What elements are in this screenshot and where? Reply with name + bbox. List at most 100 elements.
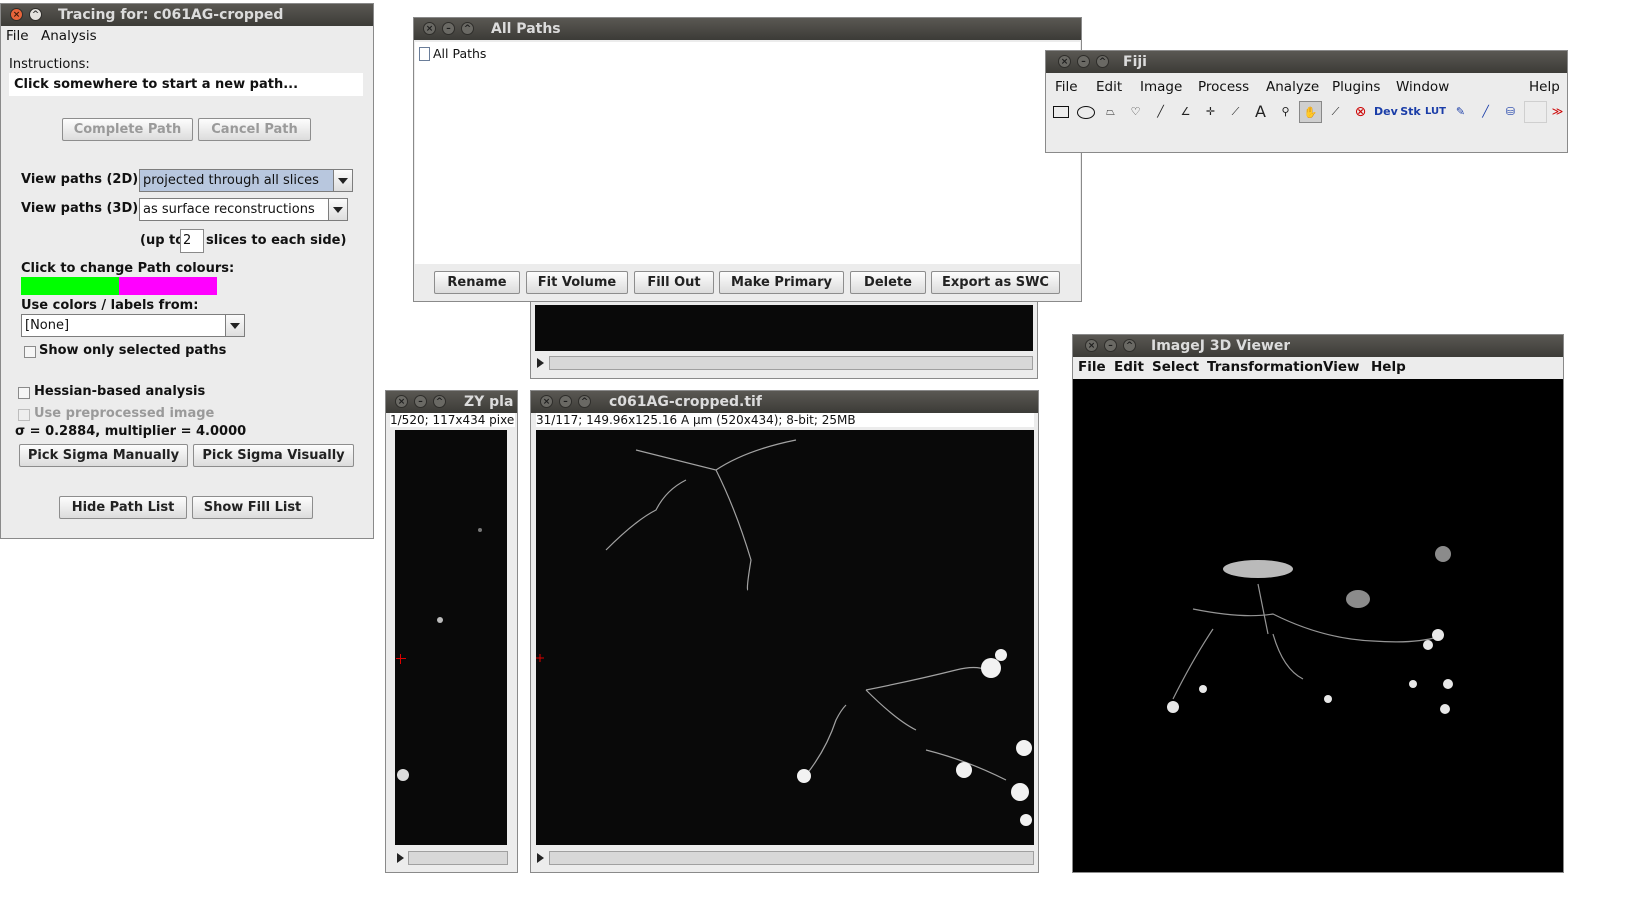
show-selected-checkbox[interactable]	[24, 346, 36, 358]
main-image-canvas[interactable]	[536, 430, 1034, 845]
line-tool-icon[interactable]: ╱	[1149, 101, 1172, 123]
brush-icon[interactable]: ╱	[1474, 101, 1497, 123]
path-tree[interactable]: All Paths	[415, 42, 1080, 264]
stack-canvas-fragment[interactable]	[535, 305, 1033, 351]
close-icon[interactable]: ×	[10, 8, 23, 21]
fiji-menu-help[interactable]: Help	[1529, 77, 1560, 97]
fiji-menu-analyze[interactable]: Analyze	[1266, 77, 1319, 97]
view2d-select[interactable]: projected through all slices	[139, 169, 353, 192]
all-paths-titlebar[interactable]: × – ^ All Paths	[414, 18, 1081, 40]
tracer-window: × ^ Tracing for: c061AG-cropped File Ana…	[0, 3, 374, 539]
hand-tool-icon[interactable]: ✋	[1299, 101, 1322, 123]
pick-sigma-manually-button[interactable]: Pick Sigma Manually	[19, 444, 188, 467]
maximize-icon[interactable]: ^	[1123, 339, 1136, 352]
fiji-menu-process[interactable]: Process	[1198, 77, 1249, 97]
viewer3d-menu-transformation[interactable]: Transformation	[1207, 357, 1323, 377]
color-picker-icon[interactable]: ⟋	[1324, 101, 1347, 123]
view2d-value: projected through all slices	[143, 173, 319, 188]
use-colors-select[interactable]: [None]	[21, 314, 245, 337]
pencil-icon[interactable]: ✎	[1449, 101, 1472, 123]
crosshair-icon	[396, 654, 406, 664]
upto-slices-input[interactable]: 2	[180, 229, 204, 253]
polygon-tool-icon[interactable]: ⏢	[1099, 101, 1122, 123]
viewer3d-menu-file[interactable]: File	[1078, 357, 1106, 377]
fiji-menu-file[interactable]: File	[1055, 77, 1078, 97]
wand-tool-icon[interactable]: ⟋	[1224, 101, 1247, 123]
tree-root-label[interactable]: All Paths	[433, 46, 486, 61]
play-icon[interactable]	[537, 358, 544, 368]
viewer3d-menu-view[interactable]: View	[1323, 357, 1359, 377]
view3d-select[interactable]: as surface reconstructions	[139, 198, 348, 221]
fit-volume-button[interactable]: Fit Volume	[526, 271, 628, 294]
maximize-icon[interactable]: ^	[578, 395, 591, 408]
close-icon[interactable]: ×	[395, 395, 408, 408]
dev-icon[interactable]: Dev	[1374, 101, 1398, 123]
preprocessed-checkbox[interactable]	[18, 409, 30, 421]
menu-analysis[interactable]: Analysis	[41, 26, 97, 46]
fiji-menu-plugins[interactable]: Plugins	[1332, 77, 1380, 97]
freehand-tool-icon[interactable]: ♡	[1124, 101, 1147, 123]
close-icon[interactable]: ×	[423, 22, 436, 35]
rectangle-tool-icon[interactable]	[1049, 101, 1072, 123]
zy-scrollbar[interactable]	[408, 851, 508, 865]
hessian-checkbox[interactable]	[18, 387, 30, 399]
cancel-path-button[interactable]: Cancel Path	[198, 118, 311, 141]
path-colours-label: Click to change Path colours:	[21, 261, 235, 276]
path-colour-swatch-a[interactable]	[21, 277, 119, 295]
menu-file[interactable]: File	[6, 26, 29, 46]
minimize-icon[interactable]: –	[559, 395, 572, 408]
text-tool-icon[interactable]: A	[1249, 101, 1272, 123]
zy-titlebar[interactable]: × – ^ ZY pla	[386, 391, 517, 413]
oval-tool-icon[interactable]	[1074, 101, 1097, 123]
maximize-icon[interactable]: ^	[433, 395, 446, 408]
delete-button[interactable]: Delete	[850, 271, 926, 294]
fiji-menu-window[interactable]: Window	[1396, 77, 1449, 97]
fill-out-button[interactable]: Fill Out	[634, 271, 714, 294]
viewer3d-menu-select[interactable]: Select	[1152, 357, 1199, 377]
more-tools-icon[interactable]: ≫	[1546, 101, 1569, 123]
angle-tool-icon[interactable]: ∠	[1174, 101, 1197, 123]
viewer3d-menu-help[interactable]: Help	[1371, 357, 1406, 377]
minimize-icon[interactable]: –	[1104, 339, 1117, 352]
stack-scrollbar[interactable]	[549, 356, 1033, 370]
flood-fill-icon[interactable]: ⛁	[1499, 101, 1522, 123]
fiji-titlebar[interactable]: × – ^ Fiji	[1046, 51, 1567, 73]
maximize-icon[interactable]: ^	[1096, 55, 1109, 68]
hide-path-list-button[interactable]: Hide Path List	[59, 496, 187, 519]
magnifier-tool-icon[interactable]: ⚲	[1274, 101, 1297, 123]
pick-sigma-visually-button[interactable]: Pick Sigma Visually	[193, 444, 354, 467]
main-image-scrollbar[interactable]	[549, 851, 1034, 865]
use-colors-label: Use colors / labels from:	[21, 298, 199, 313]
close-icon[interactable]: ×	[540, 395, 553, 408]
fiji-menu-image[interactable]: Image	[1140, 77, 1182, 97]
path-colour-swatch-b[interactable]	[119, 277, 217, 295]
minimize-icon[interactable]: –	[442, 22, 455, 35]
maximize-icon[interactable]: ^	[461, 22, 474, 35]
stk-icon[interactable]: Stk	[1399, 101, 1422, 123]
show-fill-list-button[interactable]: Show Fill List	[192, 496, 313, 519]
close-icon[interactable]: ×	[1058, 55, 1071, 68]
close-icon[interactable]: ×	[1085, 339, 1098, 352]
export-swc-button[interactable]: Export as SWC	[931, 271, 1060, 294]
zy-canvas[interactable]	[395, 430, 507, 845]
clear-icon[interactable]: ⊗	[1349, 101, 1372, 123]
play-icon[interactable]	[537, 853, 544, 863]
play-icon[interactable]	[397, 853, 404, 863]
tracer-titlebar[interactable]: × ^ Tracing for: c061AG-cropped	[1, 4, 373, 26]
viewer3d-canvas[interactable]	[1073, 379, 1563, 872]
minimize-icon[interactable]: –	[414, 395, 427, 408]
maximize-icon[interactable]: ^	[29, 8, 42, 21]
fiji-menu-edit[interactable]: Edit	[1096, 77, 1122, 97]
blank-icon[interactable]	[1524, 101, 1547, 123]
minimize-icon[interactable]: –	[1077, 55, 1090, 68]
viewer3d-menubar: File Edit Select Transformation View Hel…	[1073, 357, 1563, 377]
viewer3d-titlebar[interactable]: × – ^ ImageJ 3D Viewer	[1073, 335, 1563, 357]
viewer3d-menu-edit[interactable]: Edit	[1114, 357, 1144, 377]
complete-path-button[interactable]: Complete Path	[62, 118, 193, 141]
rename-button[interactable]: Rename	[434, 271, 520, 294]
lut-icon[interactable]: LUT	[1424, 101, 1447, 123]
make-primary-button[interactable]: Make Primary	[719, 271, 844, 294]
main-image-titlebar[interactable]: × – ^ c061AG-cropped.tif	[531, 391, 1038, 413]
point-tool-icon[interactable]: ✛	[1199, 101, 1222, 123]
view3d-label: View paths (3D):	[21, 201, 144, 216]
